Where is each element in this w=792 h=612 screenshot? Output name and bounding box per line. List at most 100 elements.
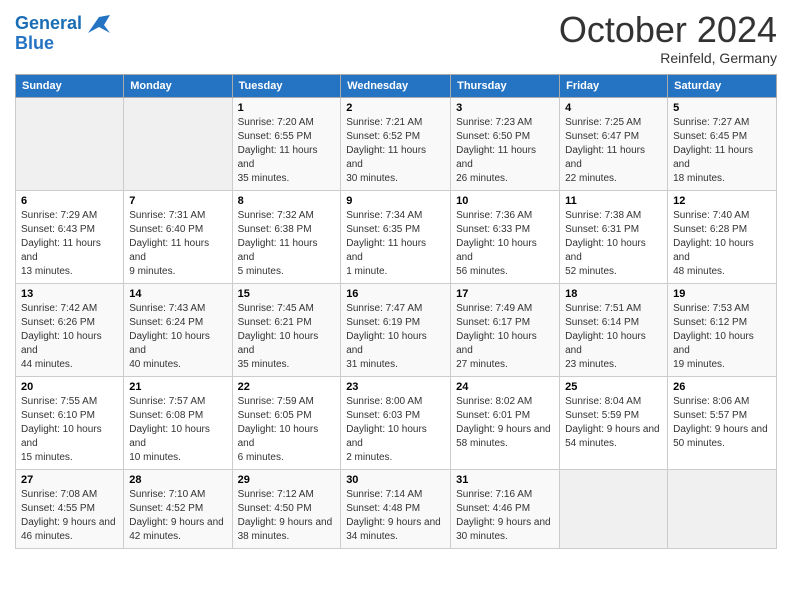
day-cell [668, 469, 777, 548]
day-number: 14 [129, 288, 226, 300]
sunset-text: Sunset: 4:52 PM [129, 502, 226, 516]
daylight-text: Daylight: 9 hours and42 minutes. [129, 516, 226, 544]
day-cell: 27Sunrise: 7:08 AMSunset: 4:55 PMDayligh… [16, 469, 124, 548]
week-row-3: 13Sunrise: 7:42 AMSunset: 6:26 PMDayligh… [16, 283, 777, 376]
day-info: Sunrise: 7:55 AMSunset: 6:10 PMDaylight:… [21, 395, 118, 465]
daylight-text: Daylight: 11 hours and1 minute. [346, 237, 445, 279]
daylight-text: Daylight: 9 hours and34 minutes. [346, 516, 445, 544]
sunrise-text: Sunrise: 7:08 AM [21, 488, 118, 502]
day-info: Sunrise: 8:00 AMSunset: 6:03 PMDaylight:… [346, 395, 445, 465]
sunrise-text: Sunrise: 7:51 AM [565, 302, 662, 316]
day-info: Sunrise: 8:02 AMSunset: 6:01 PMDaylight:… [456, 395, 554, 451]
day-cell: 28Sunrise: 7:10 AMSunset: 4:52 PMDayligh… [124, 469, 232, 548]
day-cell: 9 Sunrise: 7:34 AMSunset: 6:35 PMDaylight… [341, 190, 451, 283]
calendar-table: SundayMondayTuesdayWednesdayThursdayFrid… [15, 74, 777, 549]
daylight-text: Daylight: 10 hours and10 minutes. [129, 423, 226, 465]
day-info: Sunrise: 7:43 AMSunset: 6:24 PMDaylight:… [129, 302, 226, 372]
day-info: Sunrise: 7:20 AMSunset: 6:55 PMDaylight:… [238, 116, 336, 186]
day-number: 12 [673, 195, 771, 207]
daylight-text: Daylight: 11 hours and5 minutes. [238, 237, 336, 279]
sunset-text: Sunset: 4:46 PM [456, 502, 554, 516]
sunset-text: Sunset: 6:31 PM [565, 223, 662, 237]
day-info: Sunrise: 7:29 AMSunset: 6:43 PMDaylight:… [21, 209, 118, 279]
day-number: 5 [673, 102, 771, 114]
col-header-sunday: Sunday [16, 74, 124, 97]
day-info: Sunrise: 7:38 AMSunset: 6:31 PMDaylight:… [565, 209, 662, 279]
sunset-text: Sunset: 6:52 PM [346, 130, 445, 144]
day-info: Sunrise: 7:27 AMSunset: 6:45 PMDaylight:… [673, 116, 771, 186]
daylight-text: Daylight: 10 hours and35 minutes. [238, 330, 336, 372]
calendar-header-row: SundayMondayTuesdayWednesdayThursdayFrid… [16, 74, 777, 97]
sunset-text: Sunset: 6:28 PM [673, 223, 771, 237]
sunrise-text: Sunrise: 7:25 AM [565, 116, 662, 130]
sunrise-text: Sunrise: 7:31 AM [129, 209, 226, 223]
day-info: Sunrise: 7:34 AMSunset: 6:35 PMDaylight:… [346, 209, 445, 279]
daylight-text: Daylight: 10 hours and31 minutes. [346, 330, 445, 372]
sunset-text: Sunset: 5:59 PM [565, 409, 662, 423]
day-info: Sunrise: 7:51 AMSunset: 6:14 PMDaylight:… [565, 302, 662, 372]
logo: General Blue [15, 14, 111, 54]
day-cell: 13Sunrise: 7:42 AMSunset: 6:26 PMDayligh… [16, 283, 124, 376]
sunset-text: Sunset: 6:21 PM [238, 316, 336, 330]
day-cell: 31Sunrise: 7:16 AMSunset: 4:46 PMDayligh… [451, 469, 560, 548]
day-number: 7 [129, 195, 226, 207]
day-number: 13 [21, 288, 118, 300]
daylight-text: Daylight: 9 hours and38 minutes. [238, 516, 336, 544]
daylight-text: Daylight: 10 hours and19 minutes. [673, 330, 771, 372]
day-cell: 5 Sunrise: 7:27 AMSunset: 6:45 PMDaylight… [668, 97, 777, 190]
daylight-text: Daylight: 10 hours and2 minutes. [346, 423, 445, 465]
day-cell: 8Sunrise: 7:32 AMSunset: 6:38 PMDaylight… [232, 190, 341, 283]
day-number: 10 [456, 195, 554, 207]
sunrise-text: Sunrise: 7:36 AM [456, 209, 554, 223]
col-header-thursday: Thursday [451, 74, 560, 97]
sunrise-text: Sunrise: 7:38 AM [565, 209, 662, 223]
day-cell: 26Sunrise: 8:06 AMSunset: 5:57 PMDayligh… [668, 376, 777, 469]
sunrise-text: Sunrise: 7:10 AM [129, 488, 226, 502]
day-number: 2 [346, 102, 445, 114]
day-info: Sunrise: 7:59 AMSunset: 6:05 PMDaylight:… [238, 395, 336, 465]
day-number: 16 [346, 288, 445, 300]
day-info: Sunrise: 7:53 AMSunset: 6:12 PMDaylight:… [673, 302, 771, 372]
day-cell: 24Sunrise: 8:02 AMSunset: 6:01 PMDayligh… [451, 376, 560, 469]
day-number: 30 [346, 474, 445, 486]
day-number: 1 [238, 102, 336, 114]
logo-bird-icon [88, 15, 110, 33]
day-number: 21 [129, 381, 226, 393]
day-number: 9 [346, 195, 445, 207]
daylight-text: Daylight: 11 hours and30 minutes. [346, 144, 445, 186]
sunrise-text: Sunrise: 7:49 AM [456, 302, 554, 316]
day-info: Sunrise: 7:47 AMSunset: 6:19 PMDaylight:… [346, 302, 445, 372]
day-info: Sunrise: 7:08 AMSunset: 4:55 PMDaylight:… [21, 488, 118, 544]
daylight-text: Daylight: 11 hours and18 minutes. [673, 144, 771, 186]
sunset-text: Sunset: 6:40 PM [129, 223, 226, 237]
daylight-text: Daylight: 11 hours and9 minutes. [129, 237, 226, 279]
daylight-text: Daylight: 11 hours and22 minutes. [565, 144, 662, 186]
day-cell: 10Sunrise: 7:36 AMSunset: 6:33 PMDayligh… [451, 190, 560, 283]
day-info: Sunrise: 7:45 AMSunset: 6:21 PMDaylight:… [238, 302, 336, 372]
daylight-text: Daylight: 10 hours and44 minutes. [21, 330, 118, 372]
sunset-text: Sunset: 6:33 PM [456, 223, 554, 237]
month-title: October 2024 [559, 10, 777, 50]
day-cell: 29Sunrise: 7:12 AMSunset: 4:50 PMDayligh… [232, 469, 341, 548]
col-header-tuesday: Tuesday [232, 74, 341, 97]
day-cell: 16 Sunrise: 7:47 AMSunset: 6:19 PMDayligh… [341, 283, 451, 376]
daylight-text: Daylight: 9 hours and50 minutes. [673, 423, 771, 451]
sunrise-text: Sunrise: 7:27 AM [673, 116, 771, 130]
day-number: 23 [346, 381, 445, 393]
daylight-text: Daylight: 11 hours and35 minutes. [238, 144, 336, 186]
sunrise-text: Sunrise: 7:29 AM [21, 209, 118, 223]
sunset-text: Sunset: 6:35 PM [346, 223, 445, 237]
sunset-text: Sunset: 6:19 PM [346, 316, 445, 330]
day-number: 19 [673, 288, 771, 300]
day-info: Sunrise: 7:14 AMSunset: 4:48 PMDaylight:… [346, 488, 445, 544]
day-cell: 30 Sunrise: 7:14 AMSunset: 4:48 PMDayligh… [341, 469, 451, 548]
sunset-text: Sunset: 6:50 PM [456, 130, 554, 144]
day-cell: 1 Sunrise: 7:20 AMSunset: 6:55 PMDaylight… [232, 97, 341, 190]
daylight-text: Daylight: 9 hours and30 minutes. [456, 516, 554, 544]
daylight-text: Daylight: 10 hours and27 minutes. [456, 330, 554, 372]
day-cell: 11Sunrise: 7:38 AMSunset: 6:31 PMDayligh… [560, 190, 668, 283]
sunset-text: Sunset: 4:55 PM [21, 502, 118, 516]
sunrise-text: Sunrise: 7:45 AM [238, 302, 336, 316]
day-cell: 7 Sunrise: 7:31 AMSunset: 6:40 PMDaylight… [124, 190, 232, 283]
col-header-saturday: Saturday [668, 74, 777, 97]
